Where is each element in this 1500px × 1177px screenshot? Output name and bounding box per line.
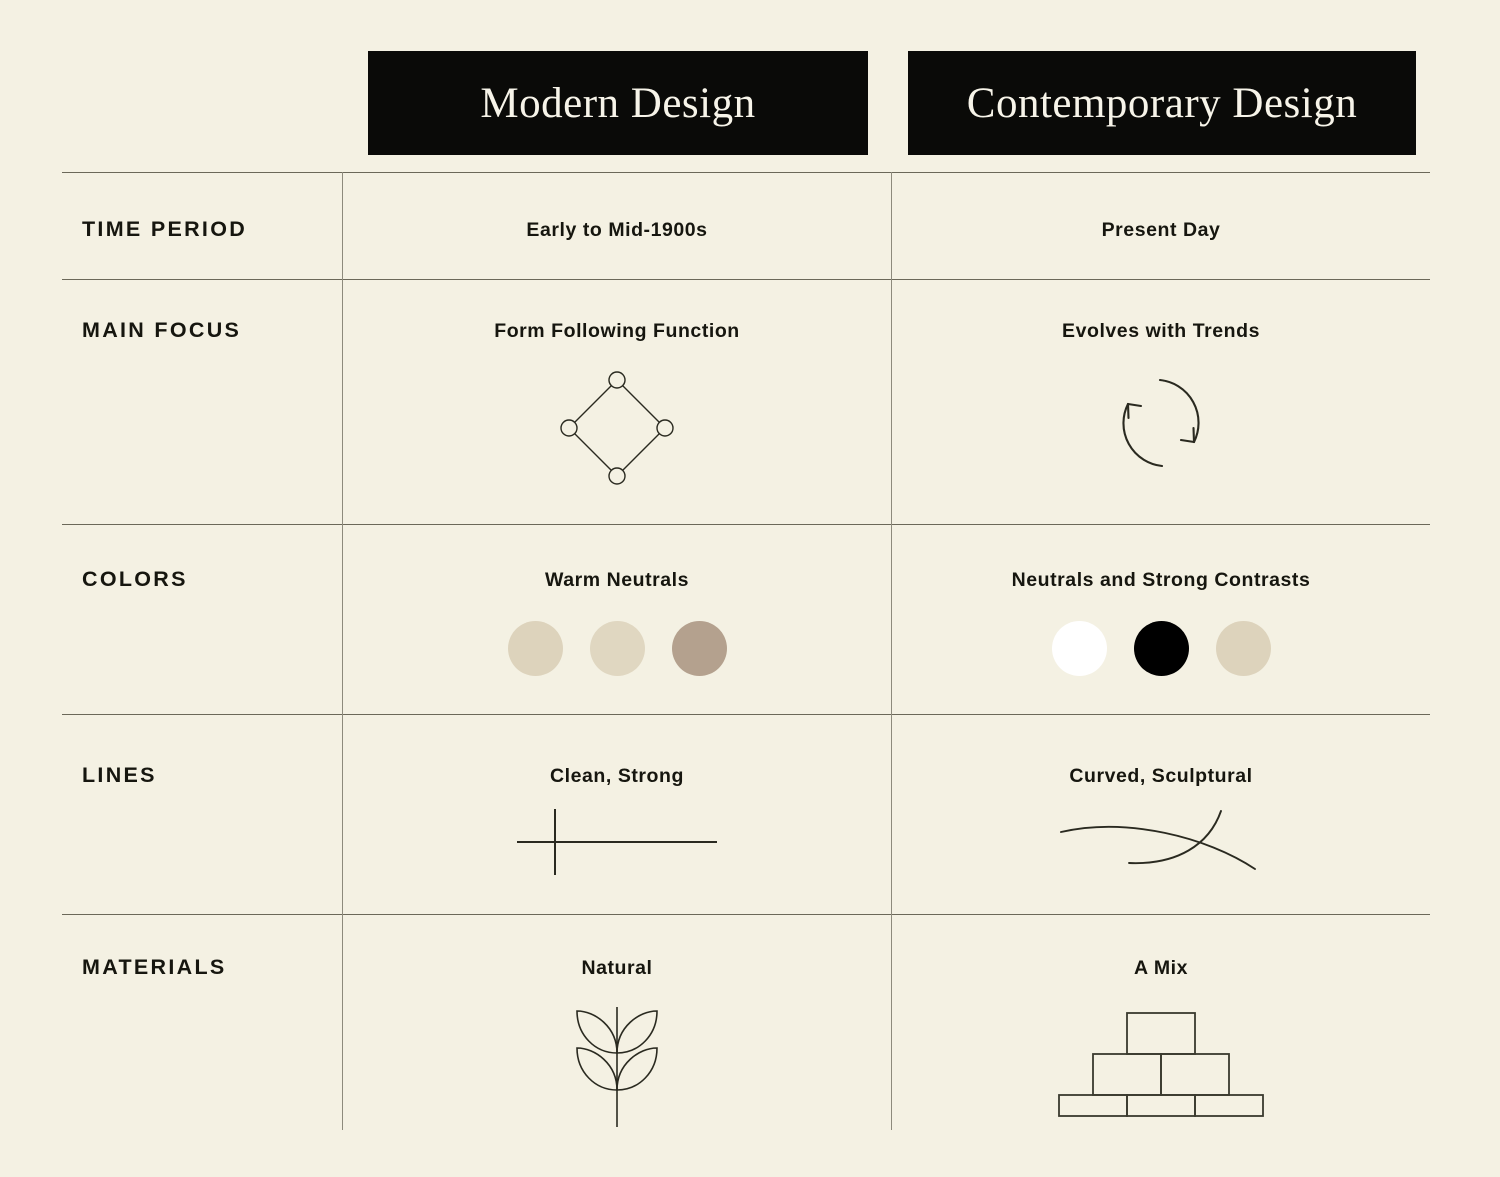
cell-value-contemporary-materials: A Mix — [1133, 957, 1189, 979]
row-label-materials: MATERIALS — [82, 955, 227, 979]
color-swatch — [507, 621, 563, 676]
color-swatch — [1215, 621, 1271, 676]
cross-lines-icon — [343, 801, 891, 879]
cell-modern-materials: Natural — [343, 915, 891, 1131]
row-label-lines: LINES — [82, 763, 157, 787]
cell-modern-lines: Clean, Strong — [343, 715, 891, 914]
header-title-contemporary: Contemporary Design — [966, 79, 1358, 127]
table-row-lines: LINES Clean, Strong Curved, Sculptural — [0, 715, 1500, 914]
table-row-materials: MATERIALS Natural A Mix — [0, 915, 1500, 1131]
cell-value-modern-materials: Natural — [581, 957, 653, 979]
color-swatches-icon-contemporary — [892, 621, 1430, 676]
table-header-row: Modern Design Contemporary Design — [0, 51, 1500, 155]
diamond-nodes-icon — [343, 366, 891, 490]
cell-contemporary-main-focus: Evolves with Trends — [892, 280, 1430, 524]
cell-value-contemporary-main-focus: Evolves with Trends — [1062, 320, 1260, 342]
color-swatches-icon-modern — [343, 621, 891, 676]
cell-value-modern-lines: Clean, Strong — [550, 765, 684, 787]
cell-contemporary-time-period: Present Day — [892, 173, 1430, 279]
row-label-colors: COLORS — [82, 567, 188, 591]
header-cell-modern: Modern Design — [368, 51, 868, 155]
circular-arrows-icon — [892, 368, 1430, 478]
color-swatch — [1133, 621, 1189, 676]
header-cell-contemporary: Contemporary Design — [908, 51, 1416, 155]
row-label-main-focus: MAIN FOCUS — [82, 318, 242, 342]
color-swatch — [589, 621, 645, 676]
comparison-table-infographic: Modern Design Contemporary Design TIME P… — [0, 0, 1500, 1177]
curved-lines-icon — [892, 801, 1430, 879]
cell-modern-time-period: Early to Mid-1900s — [343, 173, 891, 279]
plant-leaf-icon — [343, 1001, 891, 1131]
cell-modern-main-focus: Form Following Function — [343, 280, 891, 524]
cell-value-modern-colors: Warm Neutrals — [544, 569, 690, 591]
cell-contemporary-lines: Curved, Sculptural — [892, 715, 1430, 914]
cell-value-modern-main-focus: Form Following Function — [494, 320, 740, 342]
row-label-time-period: TIME PERIOD — [82, 217, 248, 241]
color-swatch — [1051, 621, 1107, 676]
brick-stack-icon — [892, 1009, 1430, 1117]
cell-value-contemporary-time-period: Present Day — [1101, 219, 1221, 241]
cell-modern-colors: Warm Neutrals — [343, 525, 891, 714]
color-swatch — [671, 621, 727, 676]
cell-contemporary-colors: Neutrals and Strong Contrasts — [892, 525, 1430, 714]
table-row-main-focus: MAIN FOCUS Form Following Function Evolv… — [0, 280, 1500, 524]
cell-value-modern-time-period: Early to Mid-1900s — [526, 219, 708, 241]
table-row-time-period: TIME PERIOD Early to Mid-1900s Present D… — [0, 173, 1500, 279]
table-row-colors: COLORS Warm Neutrals Neutrals and Strong… — [0, 525, 1500, 714]
header-title-modern: Modern Design — [480, 79, 756, 127]
cell-value-contemporary-lines: Curved, Sculptural — [1069, 765, 1253, 787]
cell-contemporary-materials: A Mix — [892, 915, 1430, 1131]
cell-value-contemporary-colors: Neutrals and Strong Contrasts — [1011, 569, 1311, 591]
